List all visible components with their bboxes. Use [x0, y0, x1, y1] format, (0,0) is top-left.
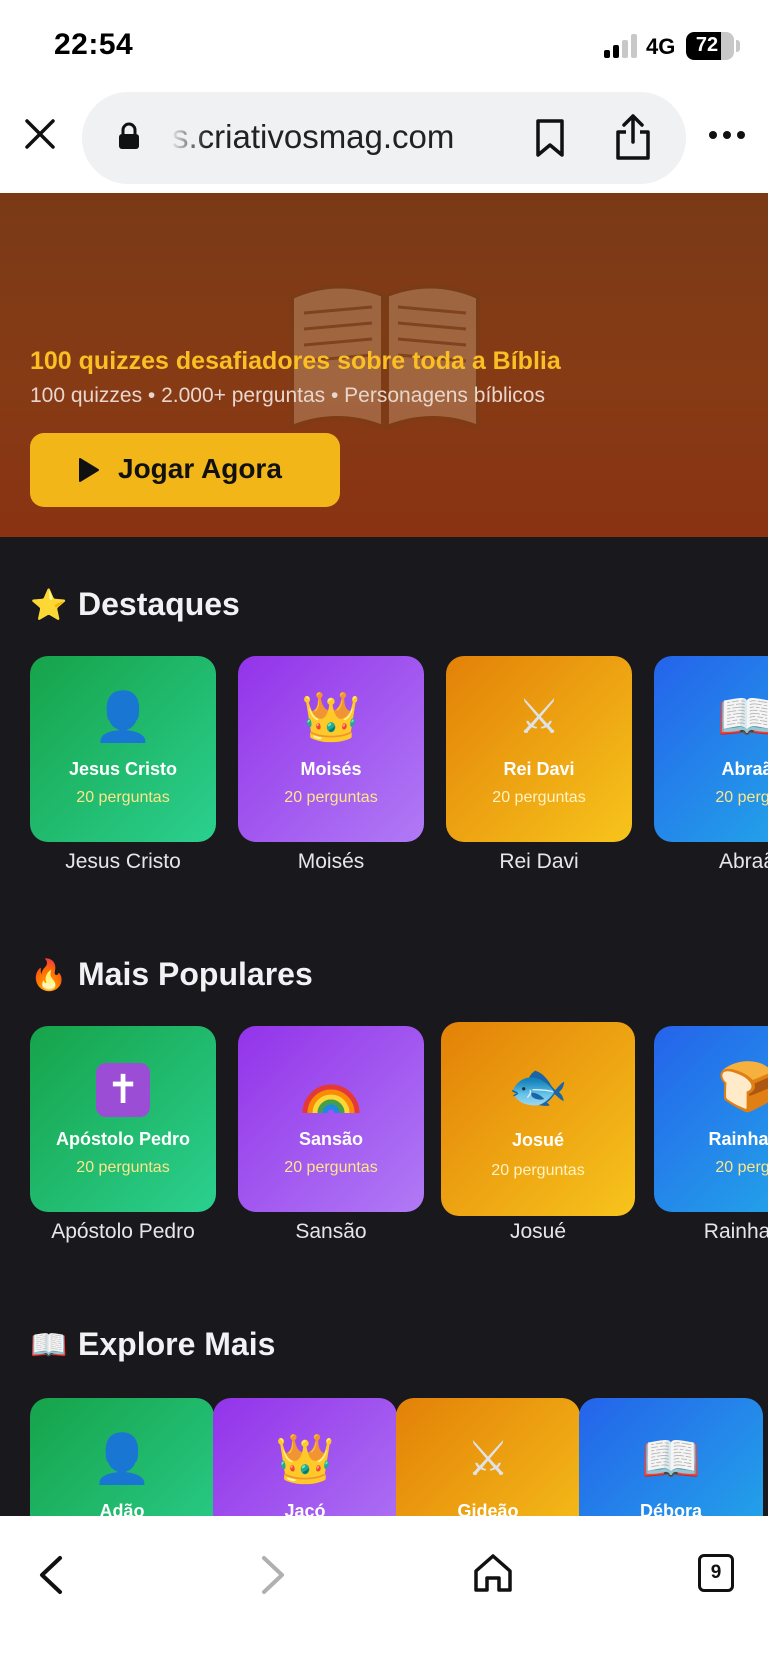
book-icon: 📖: [717, 689, 768, 745]
browser-bar: s.criativosmag.com: [0, 88, 768, 193]
section-title-popular: 🔥 Mais Populares: [30, 956, 313, 993]
quiz-card-rei-davi[interactable]: ⚔ Rei Davi 20 perguntas: [446, 656, 632, 842]
home-icon[interactable]: [472, 1552, 514, 1594]
section-title-text: Explore Mais: [78, 1326, 276, 1362]
card-question-count: 20 perguntas: [492, 789, 586, 806]
card-title: Rei Davi: [503, 759, 575, 779]
more-icon[interactable]: [708, 130, 746, 140]
explore-row: 👤 Adão 👑 Jacó ⚔ Gideão 📖 Débora: [0, 1398, 768, 1516]
quiz-card-josue[interactable]: 🐟 Josué 20 perguntas: [441, 1022, 635, 1216]
battery-level: 72: [695, 34, 719, 56]
highlights-row: 👤 Jesus Cristo 20 perguntas Jesus Cristo…: [0, 656, 768, 886]
card-title: Débora: [639, 1501, 702, 1516]
back-arrow-icon[interactable]: [36, 1554, 66, 1596]
section-title-highlights: ⭐ Destaques: [30, 586, 240, 623]
card-caption[interactable]: Rei Davi: [446, 850, 632, 874]
play-now-button[interactable]: Jogar Agora: [30, 433, 340, 507]
quiz-card-gideao[interactable]: ⚔ Gideão: [396, 1398, 580, 1516]
quiz-card-apostolo-pedro[interactable]: ✝ Apóstolo Pedro 20 perguntas: [30, 1026, 216, 1212]
quiz-card-rainha-ester[interactable]: 🍞 Rainha E 20 pergu: [654, 1026, 768, 1212]
cross-icon: ✝: [30, 1056, 216, 1118]
crown-icon: 👑: [301, 689, 361, 745]
card-question-count: 20 pergu: [715, 789, 768, 806]
swords-icon: ⚔: [466, 1431, 510, 1487]
address-bar[interactable]: s.criativosmag.com: [82, 92, 686, 184]
hero-subtitle: 100 quizzes • 2.000+ perguntas • Persona…: [30, 384, 545, 407]
battery-tip: [736, 40, 740, 52]
fish-icon: 🐟: [508, 1059, 568, 1115]
bread-icon: 🍞: [717, 1059, 768, 1115]
book-icon: 📖: [30, 1328, 68, 1363]
card-title: Jacó: [284, 1501, 326, 1516]
card-caption[interactable]: Abraã: [654, 850, 768, 874]
signal-icon: [604, 34, 638, 58]
card-title: Apóstolo Pedro: [56, 1129, 190, 1149]
forward-arrow-icon[interactable]: [258, 1554, 288, 1596]
close-icon[interactable]: [22, 116, 58, 152]
card-caption[interactable]: Apóstolo Pedro: [30, 1220, 216, 1244]
person-icon: 👤: [93, 689, 153, 745]
quiz-card-abraao[interactable]: 📖 Abraã 20 pergu: [654, 656, 768, 842]
swords-icon: ⚔: [517, 689, 561, 745]
rainbow-icon: [238, 1056, 424, 1118]
card-caption[interactable]: Moisés: [238, 850, 424, 874]
hero-title: 100 quizzes desafiadores sobre toda a Bí…: [30, 347, 561, 375]
url-text[interactable]: s.criativosmag.com: [172, 118, 492, 156]
battery-icon: 72: [686, 32, 734, 60]
quiz-card-debora[interactable]: 📖 Débora: [579, 1398, 763, 1516]
card-caption[interactable]: Jesus Cristo: [30, 850, 216, 874]
quiz-card-adao[interactable]: 👤 Adão: [30, 1398, 214, 1516]
quiz-card-jaco[interactable]: 👑 Jacó: [213, 1398, 397, 1516]
section-title-explore: 📖 Explore Mais: [30, 1326, 275, 1363]
bookmark-icon[interactable]: [534, 118, 566, 158]
card-caption[interactable]: Josué: [441, 1220, 635, 1244]
section-title-text: Mais Populares: [78, 956, 313, 992]
card-question-count: 20 pergu: [715, 1159, 768, 1176]
quiz-card-sansao[interactable]: Sansão 20 perguntas: [238, 1026, 424, 1212]
section-title-text: Destaques: [78, 586, 240, 622]
tabs-button[interactable]: 9: [698, 1554, 734, 1592]
crown-icon: 👑: [275, 1431, 335, 1487]
card-title: Jesus Cristo: [68, 759, 178, 779]
play-icon: [79, 458, 99, 482]
book-icon: 📖: [641, 1431, 701, 1487]
status-time: 22:54: [54, 28, 134, 61]
card-question-count: 20 perguntas: [76, 789, 170, 806]
share-icon[interactable]: [614, 114, 652, 160]
rainbow-graphic: [302, 1084, 360, 1114]
lock-icon: [119, 122, 139, 149]
card-question-count: 20 perguntas: [491, 1162, 585, 1179]
status-bar: 22:54 4G 72: [0, 0, 768, 88]
card-caption[interactable]: Sansão: [238, 1220, 424, 1244]
card-title: Rainha E: [708, 1129, 768, 1149]
browser-toolbar: 9: [0, 1516, 768, 1662]
cross-symbol: ✝: [96, 1063, 150, 1117]
card-title: Gideão: [457, 1501, 519, 1516]
card-question-count: 20 perguntas: [284, 789, 378, 806]
card-title: Moisés: [300, 759, 362, 779]
card-question-count: 20 perguntas: [76, 1159, 170, 1176]
card-title: Adão: [99, 1501, 145, 1516]
person-icon: 👤: [92, 1431, 152, 1487]
star-icon: ⭐: [30, 588, 68, 623]
url-fade: [170, 106, 206, 166]
card-title: Sansão: [298, 1129, 364, 1149]
card-title: Abraã: [721, 759, 768, 779]
network-label: 4G: [646, 34, 676, 59]
card-caption[interactable]: Rainha E: [654, 1220, 768, 1244]
quiz-card-moises[interactable]: 👑 Moisés 20 perguntas: [238, 656, 424, 842]
card-title: Josué: [511, 1130, 565, 1150]
play-now-label: Jogar Agora: [118, 453, 282, 484]
quiz-card-jesus-cristo[interactable]: 👤 Jesus Cristo 20 perguntas: [30, 656, 216, 842]
fire-icon: 🔥: [30, 958, 68, 993]
card-question-count: 20 perguntas: [284, 1159, 378, 1176]
hero-banner: 100 quizzes desafiadores sobre toda a Bí…: [0, 193, 768, 537]
popular-row: ✝ Apóstolo Pedro 20 perguntas Apóstolo P…: [0, 1022, 768, 1252]
